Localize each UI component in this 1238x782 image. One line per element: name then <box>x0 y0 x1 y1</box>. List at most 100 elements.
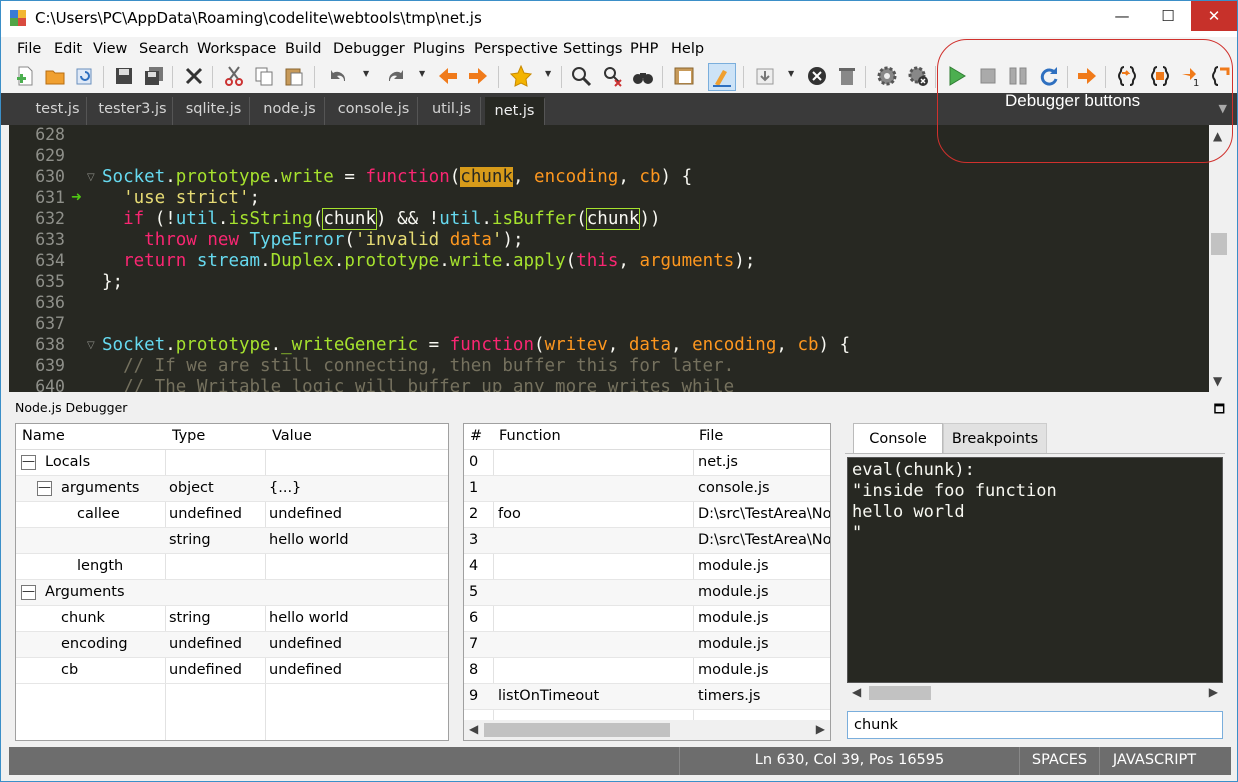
callstack-row[interactable]: 1 console.js <box>464 476 830 502</box>
callstack-row[interactable]: 9 listOnTimeout timers.js <box>464 684 830 710</box>
stop-build-icon[interactable] <box>805 64 829 88</box>
workspace-icon[interactable] <box>672 64 696 88</box>
tab-console[interactable]: Console <box>853 423 943 453</box>
locals-row[interactable]: — arguments object {...} <box>16 476 448 502</box>
copy-icon[interactable] <box>252 64 276 88</box>
tab-node-js[interactable]: node.js <box>255 97 325 125</box>
tab-tester3-js[interactable]: tester3.js <box>93 97 173 125</box>
menu-file[interactable]: File <box>17 41 41 57</box>
undo-dropdown-icon[interactable]: ▼ <box>363 70 371 78</box>
menu-settings[interactable]: Settings <box>563 41 622 57</box>
callstack-table[interactable]: # Function File 0 net.js 1 console.js 2 foo D:… <box>463 423 831 741</box>
title-bar[interactable]: C:\Users\PC\AppData\Roaming\codelite\web… <box>1 1 1237 37</box>
menu-php[interactable]: PHP <box>630 41 658 57</box>
collapse-icon[interactable]: — <box>21 455 36 470</box>
scroll-left-icon[interactable]: ◀ <box>852 685 861 699</box>
undo-icon[interactable] <box>326 64 350 88</box>
minimize-button[interactable]: — <box>1099 1 1145 31</box>
callstack-row[interactable]: 6 module.js <box>464 606 830 632</box>
locals-row[interactable]: cb undefined undefined <box>16 658 448 684</box>
menu-edit[interactable]: Edit <box>54 41 82 57</box>
scroll-right-icon[interactable]: ▶ <box>816 722 825 736</box>
tab-sqlite-js[interactable]: sqlite.js <box>178 97 250 125</box>
paste-icon[interactable] <box>282 64 306 88</box>
settings-gear-icon[interactable] <box>875 64 899 88</box>
maximize-button[interactable]: ☐ <box>1145 1 1191 31</box>
save-icon[interactable] <box>112 64 136 88</box>
editor-vertical-scrollbar[interactable]: ▲ ▼ <box>1209 125 1229 392</box>
code-editor[interactable]: 628 629 630 631 632 633 634 635 636 637 … <box>9 125 1209 392</box>
back-icon[interactable] <box>436 64 460 88</box>
bookmark-dropdown-icon[interactable]: ▼ <box>545 70 553 78</box>
locals-row[interactable]: callee undefined undefined <box>16 502 448 528</box>
callstack-row[interactable]: 0 net.js <box>464 450 830 476</box>
locals-row[interactable]: length <box>16 554 448 580</box>
forward-icon[interactable] <box>466 64 490 88</box>
menu-view[interactable]: View <box>93 41 127 57</box>
menu-debugger[interactable]: Debugger <box>333 41 405 57</box>
menu-help[interactable]: Help <box>671 41 704 57</box>
tab-util-js[interactable]: util.js <box>423 97 481 125</box>
new-file-icon[interactable] <box>13 64 37 88</box>
reload-icon[interactable] <box>73 64 97 88</box>
menu-search[interactable]: Search <box>139 41 189 57</box>
header-type[interactable]: Type <box>172 428 205 444</box>
close-icon[interactable] <box>182 64 206 88</box>
header-file[interactable]: File <box>699 428 723 444</box>
console-output[interactable]: eval(chunk): "inside foo function hello … <box>847 457 1223 683</box>
menu-perspective[interactable]: Perspective <box>474 41 558 57</box>
callstack-row[interactable]: 2 foo D:\src\TestArea\Nod <box>464 502 830 528</box>
bookmark-icon[interactable] <box>509 64 533 88</box>
callstack-row[interactable]: 3 D:\src\TestArea\Nod <box>464 528 830 554</box>
download-icon[interactable] <box>753 64 777 88</box>
menu-build[interactable]: Build <box>285 41 321 57</box>
callstack-row[interactable]: 5 module.js <box>464 580 830 606</box>
locals-row[interactable]: chunk string hello world <box>16 606 448 632</box>
collapse-icon[interactable]: — <box>37 481 52 496</box>
console-input[interactable] <box>847 711 1223 739</box>
scroll-thumb[interactable] <box>869 686 931 700</box>
header-index[interactable]: # <box>470 428 482 444</box>
save-all-icon[interactable] <box>142 64 166 88</box>
find-in-files-icon[interactable] <box>631 64 655 88</box>
console-horizontal-scrollbar[interactable]: ◀ ▶ <box>847 683 1223 703</box>
cut-icon[interactable] <box>222 64 246 88</box>
menu-plugins[interactable]: Plugins <box>413 41 465 57</box>
scroll-thumb[interactable] <box>1211 233 1227 255</box>
find-replace-icon[interactable] <box>601 64 625 88</box>
callstack-row[interactable]: 4 module.js <box>464 554 830 580</box>
panel-maximize-icon[interactable]: 🗖 <box>1214 400 1225 421</box>
scroll-left-icon[interactable]: ◀ <box>469 722 478 736</box>
callstack-row[interactable]: 7 module.js <box>464 632 830 658</box>
collapse-icon[interactable]: — <box>21 585 36 600</box>
settings-stop-icon[interactable] <box>906 64 930 88</box>
indent-mode[interactable]: SPACES <box>1019 747 1099 775</box>
header-function[interactable]: Function <box>499 428 561 444</box>
locals-tree[interactable]: Name Type Value — Locals — arguments object {… <box>15 423 449 741</box>
menu-workspace[interactable]: Workspace <box>197 41 276 57</box>
tab-console-js[interactable]: console.js <box>330 97 418 125</box>
language-mode[interactable]: JAVASCRIPT <box>1099 747 1209 775</box>
tab-net-js[interactable]: net.js <box>485 97 545 125</box>
tab-breakpoints[interactable]: Breakpoints <box>943 423 1047 453</box>
locals-row[interactable]: — Locals <box>16 450 448 476</box>
open-folder-icon[interactable] <box>43 64 67 88</box>
callstack-row[interactable]: 8 module.js <box>464 658 830 684</box>
highlight-icon[interactable] <box>708 63 736 91</box>
find-icon[interactable] <box>569 64 593 88</box>
header-value[interactable]: Value <box>272 428 312 444</box>
scroll-right-icon[interactable]: ▶ <box>1209 685 1218 699</box>
scroll-down-icon[interactable]: ▼ <box>1213 374 1222 388</box>
redo-dropdown-icon[interactable]: ▼ <box>419 70 427 78</box>
fold-toggle-icon[interactable]: ▽ <box>87 172 95 183</box>
callstack-horizontal-scrollbar[interactable]: ◀ ▶ <box>464 720 830 740</box>
header-name[interactable]: Name <box>22 428 65 444</box>
tab-test-js[interactable]: test.js <box>29 97 87 125</box>
clean-icon[interactable] <box>835 64 859 88</box>
redo-icon[interactable] <box>384 64 408 88</box>
locals-row[interactable]: string hello world <box>16 528 448 554</box>
close-window-button[interactable]: ✕ <box>1191 1 1237 31</box>
locals-row[interactable]: — Arguments <box>16 580 448 606</box>
download-dropdown-icon[interactable]: ▼ <box>788 70 796 78</box>
locals-row[interactable]: encoding undefined undefined <box>16 632 448 658</box>
